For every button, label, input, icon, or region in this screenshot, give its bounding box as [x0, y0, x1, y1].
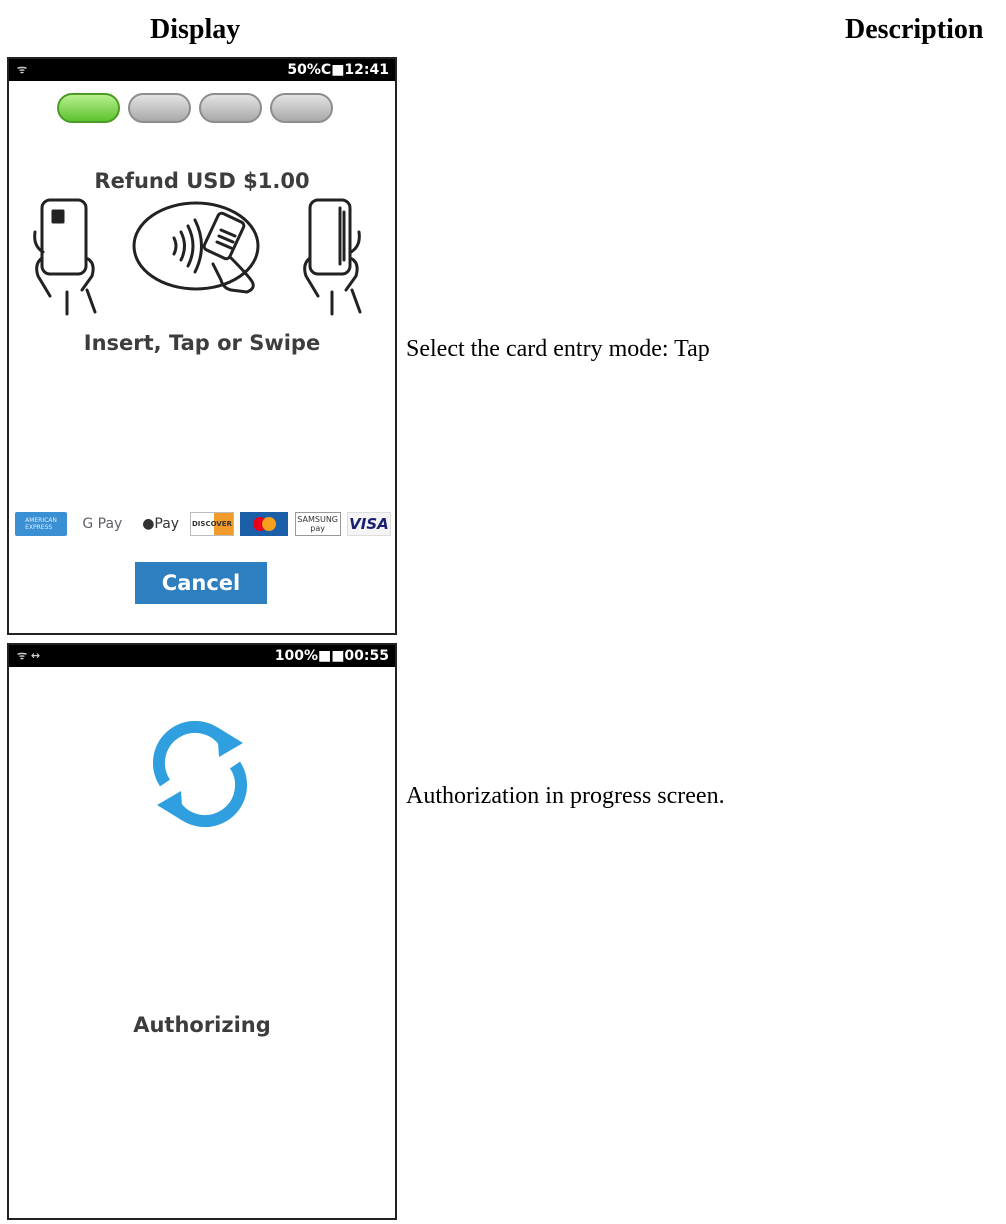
row-2-description: Authorization in progress screen. — [406, 783, 725, 809]
progress-step-2 — [128, 93, 191, 123]
discover-logo: DISCOVER — [189, 512, 234, 536]
visa-logo: VISA — [346, 512, 391, 536]
card-entry-illustration — [33, 198, 362, 316]
wifi-icon: ᯤ — [17, 63, 28, 76]
samsung-logo-top-text: SAMSUNG — [297, 515, 338, 524]
samsung-logo-bottom-text: pay — [310, 524, 325, 533]
mastercard-logo — [240, 512, 289, 536]
refund-amount-title: Refund USD $1.00 — [94, 169, 310, 193]
display-column-header: Display — [150, 14, 241, 45]
contactless-tap-icon — [132, 201, 260, 294]
samsung-pay-logo: SAMSUNG pay — [294, 512, 341, 536]
amex-logo: AMERICAN EXPRESS — [15, 512, 67, 536]
progress-steps — [57, 93, 333, 123]
status-icons: ᯤ ↔ — [17, 649, 41, 662]
status-bar: ᯤ ↔ 100%■■00:55 — [9, 645, 395, 667]
progress-step-4 — [270, 93, 333, 123]
cancel-button[interactable]: Cancel — [135, 562, 267, 604]
insert-card-icon — [33, 198, 97, 316]
card-entry-prompt: Insert, Tap or Swipe — [83, 331, 321, 355]
status-time: 100%■■00:55 — [274, 648, 389, 664]
google-pay-logo: G Pay — [82, 516, 123, 532]
payment-logos: AMERICAN EXPRESS G Pay ●Pay DISCOVER SAMS… — [15, 509, 391, 539]
row-1-description: Select the card entry mode: Tap — [406, 336, 710, 362]
progress-step-3 — [199, 93, 262, 123]
swipe-card-icon — [303, 198, 362, 316]
card-entry-screen: ᯤ 50%C■12:41 Refund USD $1.00 Insert, Ta… — [7, 57, 397, 635]
apple-pay-logo: ●Pay — [142, 516, 180, 532]
progress-step-1 — [57, 93, 120, 123]
description-column-header: Description — [845, 14, 984, 45]
status-bar: ᯤ 50%C■12:41 — [9, 59, 395, 81]
authorizing-screen: ᯤ ↔ 100%■■00:55 Authorizing — [7, 643, 397, 1220]
refresh-spinner-icon — [152, 721, 248, 827]
authorizing-message: Authorizing — [133, 1013, 271, 1037]
status-time: 50%C■12:41 — [287, 62, 389, 78]
